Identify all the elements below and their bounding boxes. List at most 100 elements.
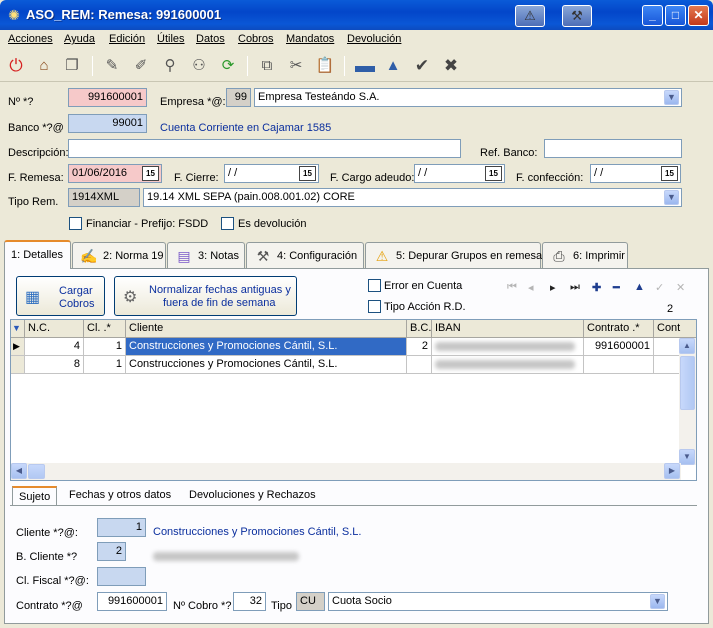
first-record-icon[interactable]: ⏮ bbox=[507, 281, 517, 294]
table-cell[interactable]: 4 bbox=[25, 338, 84, 356]
subtab-fechas[interactable]: Fechas y otros datos bbox=[63, 486, 177, 506]
table-cell[interactable] bbox=[584, 356, 654, 374]
copy-icon[interactable]: ⧉ bbox=[256, 55, 278, 77]
table-cell[interactable]: Construcciones y Promociones Cántil, S.L… bbox=[126, 338, 407, 356]
iban-cell-redacted[interactable] bbox=[432, 338, 584, 356]
calendar-icon[interactable]: 15 bbox=[485, 166, 502, 181]
descripcion-field[interactable] bbox=[68, 139, 461, 158]
menu-utiles[interactable]: Útiles bbox=[157, 33, 185, 45]
table-cell[interactable]: 991600001 bbox=[584, 338, 654, 356]
col-contrato[interactable]: Contrato .* bbox=[584, 320, 654, 338]
col-cont[interactable]: Cont bbox=[654, 320, 696, 338]
binoculars-icon[interactable]: ⚇ bbox=[188, 55, 210, 77]
tipo-accion-checkbox[interactable] bbox=[368, 300, 381, 313]
table-cell[interactable] bbox=[407, 356, 432, 374]
subtab-sujeto[interactable]: Sujeto bbox=[12, 486, 58, 506]
col-bc[interactable]: B.C. bbox=[407, 320, 432, 338]
menu-datos[interactable]: Datos bbox=[196, 33, 225, 45]
tab-detalles[interactable]: 1: Detalles bbox=[4, 240, 71, 269]
col-cliente[interactable]: Cliente bbox=[126, 320, 407, 338]
scroll-left-icon[interactable]: ◀ bbox=[11, 463, 27, 479]
record-new-icon[interactable]: ✐ bbox=[130, 55, 152, 77]
table-cell[interactable]: Construcciones y Promociones Cántil, S.L… bbox=[126, 356, 407, 374]
menu-ayuda[interactable]: Ayuda bbox=[64, 33, 95, 45]
scroll-right-icon[interactable]: ▶ bbox=[664, 463, 680, 479]
warning-icon[interactable]: ⚠ bbox=[515, 5, 545, 27]
search-icon[interactable]: ⚲ bbox=[159, 55, 181, 77]
cobros-grid[interactable]: ▼ N.C. Cl. .* Cliente B.C. IBAN Contrato… bbox=[10, 319, 697, 481]
chevron-down-icon[interactable]: ▼ bbox=[650, 594, 665, 609]
devolucion-checkbox[interactable] bbox=[221, 217, 234, 230]
close-button[interactable]: ✕ bbox=[688, 5, 709, 26]
empresa-select[interactable]: Empresa Testeándo S.A. bbox=[254, 88, 682, 107]
table-cell[interactable]: 1 bbox=[84, 356, 126, 374]
calendar-icon[interactable]: 15 bbox=[661, 166, 678, 181]
calendar-icon[interactable]: 15 bbox=[142, 166, 159, 181]
b-cliente-code-field[interactable]: 2 bbox=[97, 542, 126, 561]
table-cell[interactable]: 1 bbox=[84, 338, 126, 356]
row-indicator-icon[interactable]: ▶ bbox=[11, 338, 25, 356]
horizontal-scrollbar[interactable]: ◀ ▶ bbox=[11, 463, 681, 480]
vertical-scrollbar[interactable]: ▲ ▼ bbox=[679, 338, 696, 465]
grid-sort-icon[interactable]: ▼ bbox=[11, 320, 25, 338]
exit-icon[interactable]: ⏻ bbox=[5, 55, 27, 77]
windows-icon[interactable]: ❐ bbox=[61, 55, 83, 77]
menu-acciones[interactable]: Acciones bbox=[8, 33, 53, 45]
cliente-code-field[interactable]: 1 bbox=[97, 518, 146, 537]
error-cuenta-checkbox[interactable] bbox=[368, 279, 381, 292]
minus-icon[interactable]: ▬ bbox=[354, 55, 376, 77]
banco-field[interactable]: 99001 bbox=[68, 114, 147, 133]
cut-icon[interactable]: ✂ bbox=[285, 55, 307, 77]
col-cl[interactable]: Cl. .* bbox=[84, 320, 126, 338]
refresh-icon[interactable]: ⟳ bbox=[217, 55, 239, 77]
ref-banco-field[interactable] bbox=[544, 139, 682, 158]
next-record-icon[interactable]: ▸ bbox=[550, 281, 556, 294]
scroll-thumb[interactable] bbox=[680, 356, 695, 410]
menu-devolucion[interactable]: Devolución bbox=[347, 33, 401, 45]
prev-record-icon[interactable]: ◂ bbox=[528, 281, 534, 294]
scroll-up-icon[interactable]: ▲ bbox=[679, 338, 695, 354]
table-cell[interactable]: 2 bbox=[407, 338, 432, 356]
menu-edicion[interactable]: Edición bbox=[109, 33, 145, 45]
paste-icon[interactable]: 📋 bbox=[314, 55, 336, 77]
check-icon[interactable]: ✔ bbox=[411, 55, 433, 77]
tipo-rem-select[interactable]: 19.14 XML SEPA (pain.008.001.02) CORE bbox=[143, 188, 682, 207]
calendar-icon[interactable]: 15 bbox=[299, 166, 316, 181]
cancel-record-icon[interactable]: ✕ bbox=[676, 281, 685, 294]
cargar-cobros-button[interactable]: ▦ Cargar Cobros bbox=[16, 276, 105, 316]
row-indicator[interactable] bbox=[11, 356, 25, 374]
tools-icon[interactable]: ⚒ bbox=[562, 5, 592, 27]
add-record-icon[interactable]: ✚ bbox=[592, 281, 601, 294]
last-record-icon[interactable]: ⏭ bbox=[570, 281, 580, 294]
tab-norma19[interactable]: ✍ 2: Norma 19 bbox=[72, 242, 166, 268]
normalizar-fechas-button[interactable]: ⚙ Normalizar fechas antiguas y fuera de … bbox=[114, 276, 297, 316]
empresa-code-field[interactable]: 99 bbox=[226, 88, 251, 107]
contrato-field[interactable]: 991600001 bbox=[97, 592, 167, 611]
up-triangle-icon[interactable]: ▲ bbox=[382, 55, 404, 77]
record-edit-icon[interactable]: ✎ bbox=[101, 55, 123, 77]
cancel-icon[interactable]: ✖ bbox=[440, 55, 462, 77]
n-cobro-field[interactable]: 32 bbox=[233, 592, 266, 611]
delete-record-icon[interactable]: ━ bbox=[613, 281, 620, 294]
scroll-thumb-horizontal[interactable] bbox=[28, 464, 45, 479]
subtab-devoluciones[interactable]: Devoluciones y Rechazos bbox=[183, 486, 322, 506]
cl-fiscal-field[interactable] bbox=[97, 567, 146, 586]
confirm-record-icon[interactable]: ✓ bbox=[655, 281, 664, 294]
minimize-button[interactable]: _ bbox=[642, 5, 663, 26]
tab-imprimir[interactable]: ⎙ 6: Imprimir bbox=[542, 242, 628, 268]
tab-depurar[interactable]: ⚠ 5: Depurar Grupos en remesa bbox=[365, 242, 542, 268]
scroll-down-icon[interactable]: ▼ bbox=[679, 449, 695, 465]
numero-field[interactable]: 991600001 bbox=[68, 88, 147, 107]
menu-mandatos[interactable]: Mandatos bbox=[286, 33, 334, 45]
home-icon[interactable]: ⌂ bbox=[33, 55, 55, 77]
edit-record-icon[interactable]: ▲ bbox=[634, 281, 645, 293]
tipo-select[interactable]: Cuota Socio bbox=[328, 592, 668, 611]
maximize-button[interactable]: □ bbox=[665, 5, 686, 26]
table-cell[interactable]: 8 bbox=[25, 356, 84, 374]
tab-notas[interactable]: ▤ 3: Notas bbox=[167, 242, 245, 268]
menu-cobros[interactable]: Cobros bbox=[238, 33, 273, 45]
chevron-down-icon[interactable]: ▼ bbox=[664, 90, 679, 105]
iban-cell-redacted[interactable] bbox=[432, 356, 584, 374]
tab-configuracion[interactable]: ⚒ 4: Configuración bbox=[246, 242, 364, 268]
col-iban[interactable]: IBAN bbox=[432, 320, 584, 338]
